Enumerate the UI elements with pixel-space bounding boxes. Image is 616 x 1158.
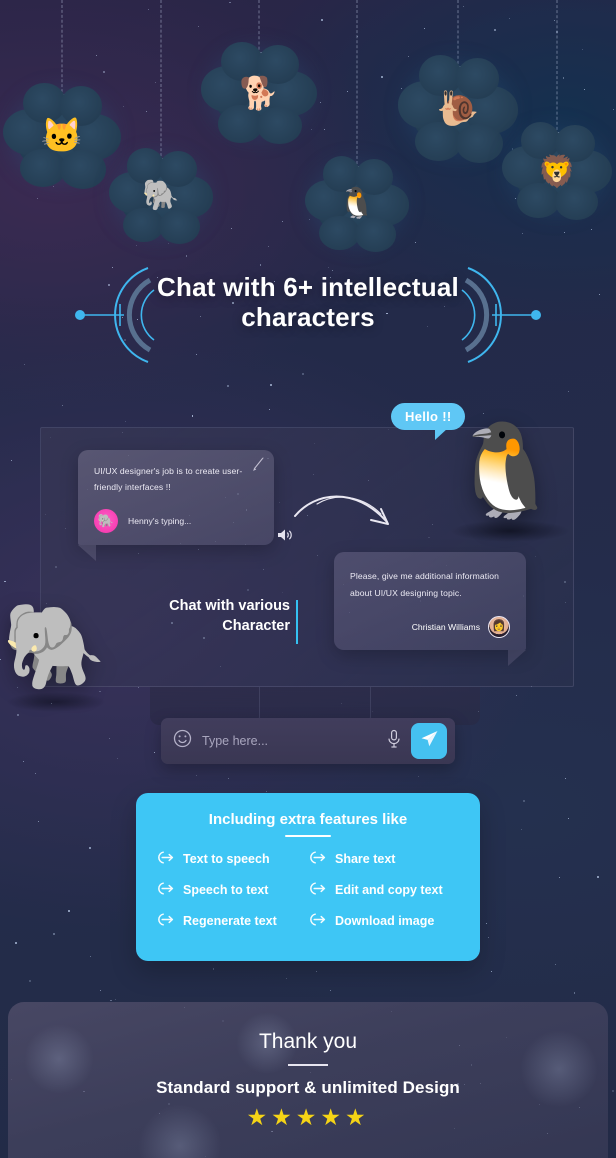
arrow-circle-icon: [158, 851, 175, 867]
hanging-character-penguin[interactable]: 🐧: [304, 0, 410, 252]
hanging-character-cat[interactable]: 🐱: [3, 0, 121, 189]
snail-icon: 🐌: [436, 90, 480, 128]
character-cloud: 🐕: [201, 41, 317, 145]
features-divider: [285, 835, 331, 837]
footer-subheading: Standard support & unlimited Design: [156, 1077, 460, 1097]
feature-item-label: Edit and copy text: [335, 883, 443, 897]
typing-status-text: Henny's typing...: [128, 515, 192, 526]
user-message-bubble: Please, give me additional information a…: [334, 552, 526, 665]
footer-divider: [288, 1064, 328, 1066]
pencil-icon[interactable]: [251, 457, 265, 476]
feature-item-label: Text to speech: [183, 852, 270, 866]
user-message-text: Please, give me additional information a…: [350, 571, 500, 598]
feature-item-label: Download image: [335, 914, 435, 928]
curved-arrow-icon: [293, 482, 399, 539]
elephant-shadow: [6, 692, 106, 712]
feature-item: Edit and copy text: [310, 882, 458, 898]
features-card: Including extra features like Text to sp…: [136, 793, 480, 961]
arrow-circle-icon: [158, 882, 175, 898]
dog-icon: 🐕: [239, 75, 279, 111]
user-photo-avatar-icon: 👩: [488, 615, 510, 638]
hanging-thread: [160, 0, 162, 166]
elephant-avatar-icon: 🐘: [94, 508, 118, 533]
arc-decoration-right-icon: [444, 260, 554, 370]
lion-icon: 🦁: [537, 153, 577, 189]
chat-caption-line-2: Character: [222, 617, 290, 634]
cat-icon: 🐱: [40, 117, 84, 155]
arrow-circle-icon: [310, 913, 327, 929]
rating-stars: ★★★★★: [8, 1104, 608, 1131]
user-name-text: Christian Williams: [411, 621, 480, 632]
hero-title-line-1: Chat with 6+ intellectual: [157, 272, 459, 302]
feature-item-label: Share text: [335, 852, 396, 866]
caption-divider: [296, 600, 298, 644]
hanging-character-dog[interactable]: 🐕: [201, 0, 317, 145]
penguin-shadow: [450, 520, 570, 542]
send-button[interactable]: [411, 723, 447, 759]
star-icon: ★: [246, 1103, 272, 1130]
smiley-icon[interactable]: [173, 729, 192, 753]
star-icon: ★: [344, 1103, 370, 1130]
footer-heading: Thank you: [258, 1030, 358, 1053]
message-input-field[interactable]: Type here...: [202, 734, 377, 748]
feature-item: Regenerate text: [158, 913, 306, 929]
feature-item-label: Regenerate text: [183, 914, 277, 928]
feature-item: Speech to text: [158, 882, 306, 898]
hanging-character-snail[interactable]: 🐌: [397, 0, 519, 164]
feature-item: Download image: [310, 913, 458, 929]
star-icon: ★: [320, 1103, 345, 1130]
user-name-row: Christian Williams 👩: [350, 615, 510, 638]
features-title: Including extra features like: [208, 811, 408, 828]
hero-title-line-2: characters: [241, 302, 375, 333]
elephant-icon: 🐘: [142, 179, 180, 212]
arrow-circle-icon: [158, 913, 175, 929]
feature-item: Share text: [310, 851, 458, 867]
feature-item-label: Speech to text: [183, 883, 269, 897]
character-cloud: 🐧: [304, 156, 410, 252]
hanging-character-elephant[interactable]: 🐘: [108, 0, 214, 244]
hanging-thread: [356, 0, 358, 174]
hanging-character-lion[interactable]: 🦁: [501, 0, 613, 220]
penguin-icon: 🐧: [338, 187, 376, 220]
speaker-icon[interactable]: [277, 528, 293, 547]
feature-item: Text to speech: [158, 851, 306, 867]
hero-section: Chat with 6+ intellectual characters: [0, 267, 616, 363]
bot-message-text: UI/UX designer's job is to create user-f…: [94, 466, 243, 492]
bot-message-bubble: UI/UX designer's job is to create user-f…: [78, 450, 274, 561]
star-icon: ★: [271, 1103, 296, 1130]
send-paper-plane-icon: [420, 729, 439, 753]
hanging-thread: [61, 0, 63, 102]
chat-caption-line-1: Chat with various: [169, 598, 290, 614]
message-input-bar[interactable]: Type here...: [161, 718, 455, 764]
arrow-circle-icon: [310, 851, 327, 867]
typing-indicator-row: 🐘 Henny's typing...: [94, 508, 258, 533]
hanging-thread: [556, 0, 558, 140]
arrow-circle-icon: [310, 882, 327, 898]
features-list: Text to speech Share text Speech to text Ed…: [158, 851, 458, 929]
penguin-mascot-icon: 🐧: [448, 420, 563, 522]
arc-decoration-left-icon: [62, 260, 172, 370]
star-icon: ★: [295, 1103, 321, 1130]
elephant-mascot-icon: 🐘: [2, 599, 107, 693]
character-cloud: 🐱: [3, 83, 121, 189]
character-cloud: 🐌: [397, 54, 519, 164]
microphone-icon[interactable]: [387, 729, 401, 754]
character-cloud: 🦁: [501, 122, 613, 220]
footer-section: Thank you Standard support & unlimited D…: [8, 1002, 608, 1158]
chat-caption: Chat with various Character: [130, 597, 290, 636]
landing-page: 🐱 🐘 🐕 🐧 🐌 🦁 Chat with 6+ intellectual charact…: [0, 0, 616, 1158]
character-cloud: 🐘: [108, 148, 214, 244]
